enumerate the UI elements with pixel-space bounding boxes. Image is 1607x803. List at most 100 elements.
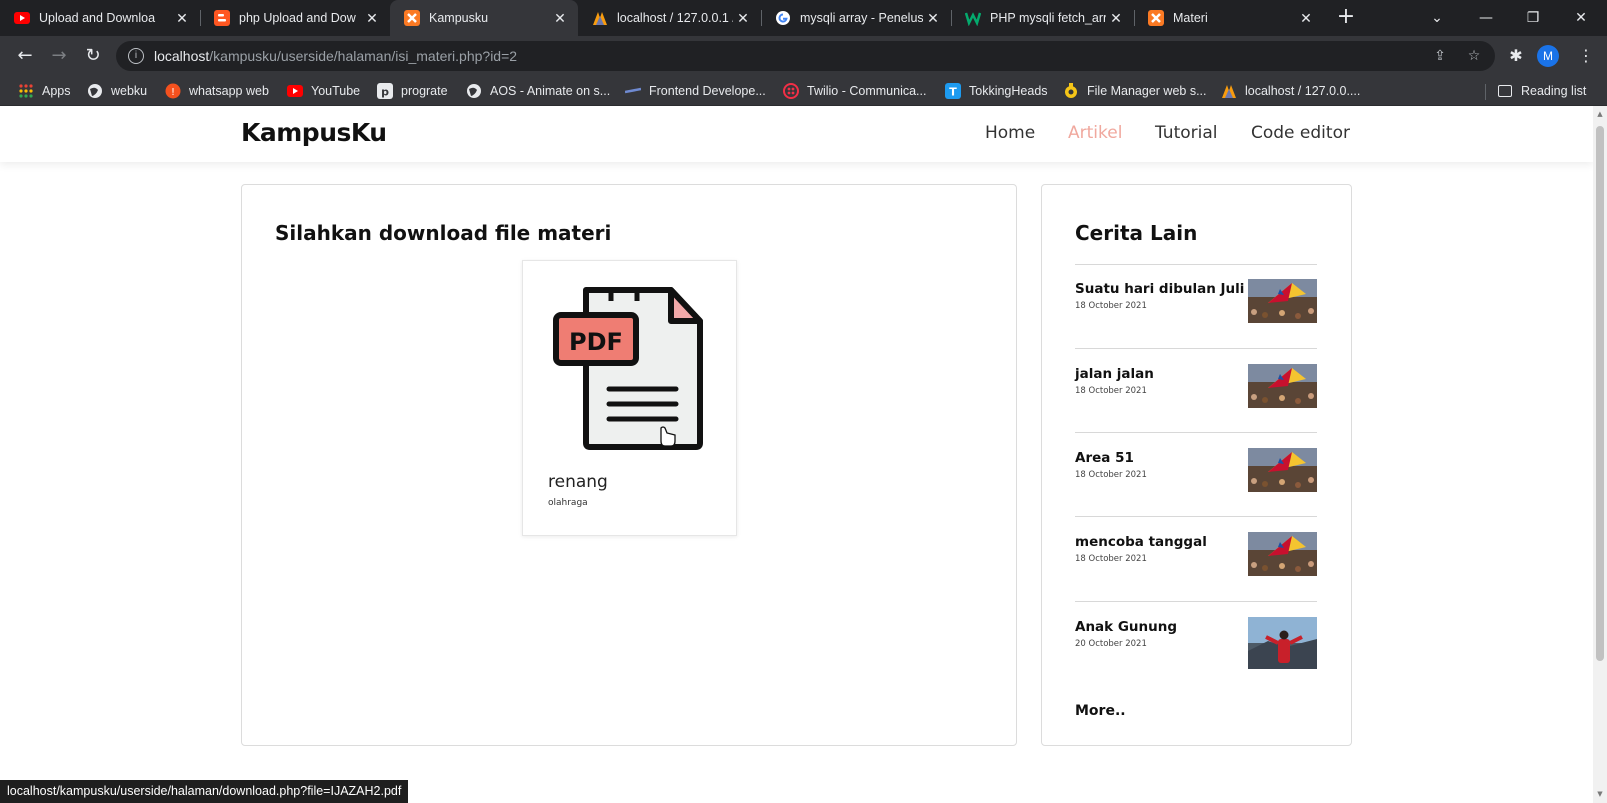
close-tab-icon[interactable]: ✕ [172,10,192,27]
file-manager-icon [1063,83,1079,99]
tab-search-icon[interactable]: ⌄ [1414,0,1460,36]
forward-icon[interactable]: → [47,44,71,68]
bookmark-prograte[interactable]: p prograte [377,81,448,101]
scroll-up-icon[interactable]: ▲ [1596,110,1604,118]
story-item[interactable]: jalan jalan 18 October 2021 [1075,364,1317,408]
close-tab-icon[interactable]: ✕ [923,10,943,27]
bookmark-label: TokkingHeads [969,84,1048,98]
reading-list-button[interactable]: Reading list [1498,81,1586,101]
close-window-icon[interactable]: ✕ [1558,0,1604,36]
story-thumbnail[interactable] [1248,617,1317,669]
story-thumbnail[interactable] [1248,364,1317,408]
apps-grid-icon [18,83,34,99]
youtube-icon [14,10,30,26]
close-tab-icon[interactable]: ✕ [550,10,570,27]
browser-toolbar: ← → ↻ i localhost/kampusku/userside/hala… [0,36,1607,76]
scroll-down-icon[interactable]: ▼ [1596,790,1604,798]
bookmark-label: File Manager web s... [1087,84,1207,98]
bookmark-label: Twilio - Communica... [807,84,927,98]
tab-title: PHP mysqli fetch_arra [990,11,1106,25]
pdf-file-icon[interactable]: PDF [553,283,708,451]
bookmark-label: Frontend Develope... [649,84,766,98]
close-tab-icon[interactable]: ✕ [1106,10,1126,27]
nav-tutorial[interactable]: Tutorial [1155,123,1218,143]
restore-icon[interactable]: ❐ [1510,0,1556,36]
site-brand[interactable]: KampusKu [241,118,387,147]
google-icon [775,10,791,26]
tab-w3schools[interactable]: PHP mysqli fetch_arra ✕ [951,0,1134,36]
new-tab-button[interactable]: + [1334,6,1358,30]
story-title[interactable]: mencoba tanggal [1075,534,1207,550]
svg-text:T: T [949,86,957,99]
scrollbar-thumb[interactable] [1596,126,1604,661]
file-download-card[interactable]: PDF renang olahraga [522,260,737,536]
profile-avatar[interactable]: M [1537,45,1559,67]
bookmark-frontend-developer[interactable]: Frontend Develope... [624,81,766,101]
menu-icon[interactable]: ⋮ [1574,44,1598,68]
bookmark-webku[interactable]: webku [87,81,147,101]
globe-icon [466,83,482,99]
bookmark-apps[interactable]: Apps [18,81,71,101]
story-title[interactable]: Anak Gunung [1075,619,1177,635]
story-title[interactable]: jalan jalan [1075,366,1154,382]
bookmark-whatsapp-web[interactable]: ! whatsapp web [165,81,269,101]
bookmark-twilio[interactable]: Twilio - Communica... [783,81,926,101]
divider [1075,601,1317,602]
file-category: olahraga [548,498,588,508]
tab-blogger[interactable]: php Upload and Dow ✕ [200,0,390,36]
story-date: 18 October 2021 [1075,554,1147,564]
extensions-icon[interactable]: ✱ [1504,44,1528,68]
story-item[interactable]: Suatu hari dibulan Juli 18 October 2021 [1075,279,1317,323]
address-url[interactable]: localhost/kampusku/userside/halaman/isi_… [154,48,517,64]
nav-code-editor[interactable]: Code editor [1251,123,1350,143]
close-tab-icon[interactable]: ✕ [362,10,382,27]
tab-google-search[interactable]: mysqli array - Penelus ✕ [761,0,951,36]
materi-card: Silahkan download file materi PDF renang… [241,184,1017,746]
nav-home[interactable]: Home [985,123,1035,143]
nav-artikel[interactable]: Artikel [1068,123,1122,143]
tab-title: php Upload and Dow [239,11,356,25]
bookmarks-separator [1485,84,1486,100]
xampp-icon [1148,10,1164,26]
story-thumbnail[interactable] [1248,448,1317,492]
site-info-icon[interactable]: i [128,48,144,64]
tab-phpmyadmin[interactable]: localhost / 127.0.0.1 / ✕ [578,0,761,36]
story-title[interactable]: Suatu hari dibulan Juli [1075,281,1244,297]
tab-title: mysqli array - Penelus [800,11,923,25]
story-title[interactable]: Area 51 [1075,450,1134,466]
reload-icon[interactable]: ↻ [81,44,105,68]
file-name[interactable]: renang [548,472,608,492]
bookmark-label: Apps [42,84,71,98]
share-icon[interactable]: ⇪ [1432,48,1448,64]
bookmark-tokkingheads[interactable]: T TokkingHeads [945,81,1048,101]
story-thumbnail[interactable] [1248,279,1317,323]
story-item[interactable]: Anak Gunung 20 October 2021 [1075,617,1317,669]
minimize-icon[interactable]: — [1463,0,1509,36]
tab-materi[interactable]: Materi ✕ [1134,0,1324,36]
phpmyadmin-icon [592,10,608,26]
bookmark-aos[interactable]: AOS - Animate on s... [466,81,610,101]
tab-strip: Upload and Downloa ✕ php Upload and Dow … [0,0,1607,36]
bookmark-star-icon[interactable]: ☆ [1466,48,1482,64]
twilio-icon [783,83,799,99]
tab-title: Upload and Downloa [39,11,156,25]
tab-kampusku[interactable]: Kampusku ✕ [390,0,578,36]
whatsapp-icon: ! [165,83,181,99]
story-item[interactable]: Area 51 18 October 2021 [1075,448,1317,492]
page-scrollbar[interactable]: ▲ ▼ [1593,106,1607,803]
back-icon[interactable]: ← [13,44,37,68]
page-viewport: KampusKu Home Artikel Tutorial Code edit… [0,106,1593,803]
bookmark-file-manager[interactable]: File Manager web s... [1063,81,1207,101]
bookmark-localhost[interactable]: localhost / 127.0.0.... [1221,81,1360,101]
tab-youtube-upload[interactable]: Upload and Downloa ✕ [0,0,200,36]
more-stories-link[interactable]: More.. [1075,703,1126,719]
reading-list-icon [1498,85,1512,97]
close-tab-icon[interactable]: ✕ [1296,10,1316,27]
bookmark-label: localhost / 127.0.0.... [1245,84,1361,98]
story-thumbnail[interactable] [1248,532,1317,576]
close-tab-icon[interactable]: ✕ [733,10,753,27]
bookmark-youtube[interactable]: YouTube [287,81,360,101]
address-bar[interactable]: i localhost/kampusku/userside/halaman/is… [116,41,1495,71]
youtube-icon [287,83,303,99]
story-item[interactable]: mencoba tanggal 18 October 2021 [1075,532,1317,576]
